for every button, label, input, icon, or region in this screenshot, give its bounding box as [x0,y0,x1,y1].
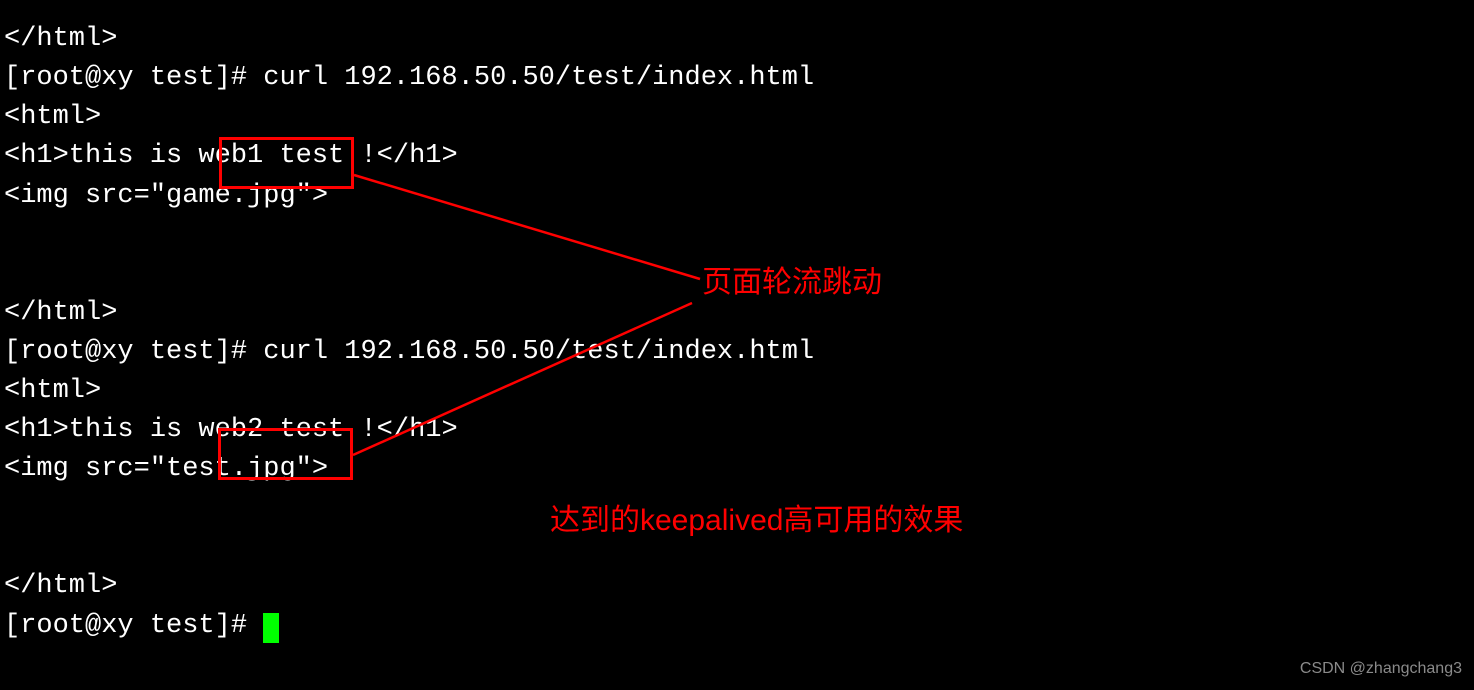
annotation-text-top: 页面轮流跳动 [702,261,882,305]
highlight-box-web1 [219,137,354,189]
terminal-prompt-command: [root@xy test]# curl 192.168.50.50/test/… [0,59,1474,98]
terminal-prompt-command: [root@xy test]# curl 192.168.50.50/test/… [0,333,1474,372]
cursor-icon [263,613,279,643]
highlight-box-web2 [218,428,353,480]
terminal-output: <html> [0,372,1474,411]
annotation-text-bottom: 达到的keepalived高可用的效果 [550,499,963,543]
watermark: CSDN @zhangchang3 [1300,657,1462,680]
terminal-output: </html> [0,20,1474,59]
terminal-output: <html> [0,98,1474,137]
terminal-prompt[interactable]: [root@xy test]# [0,607,1474,646]
terminal-output: </html> [0,567,1474,606]
